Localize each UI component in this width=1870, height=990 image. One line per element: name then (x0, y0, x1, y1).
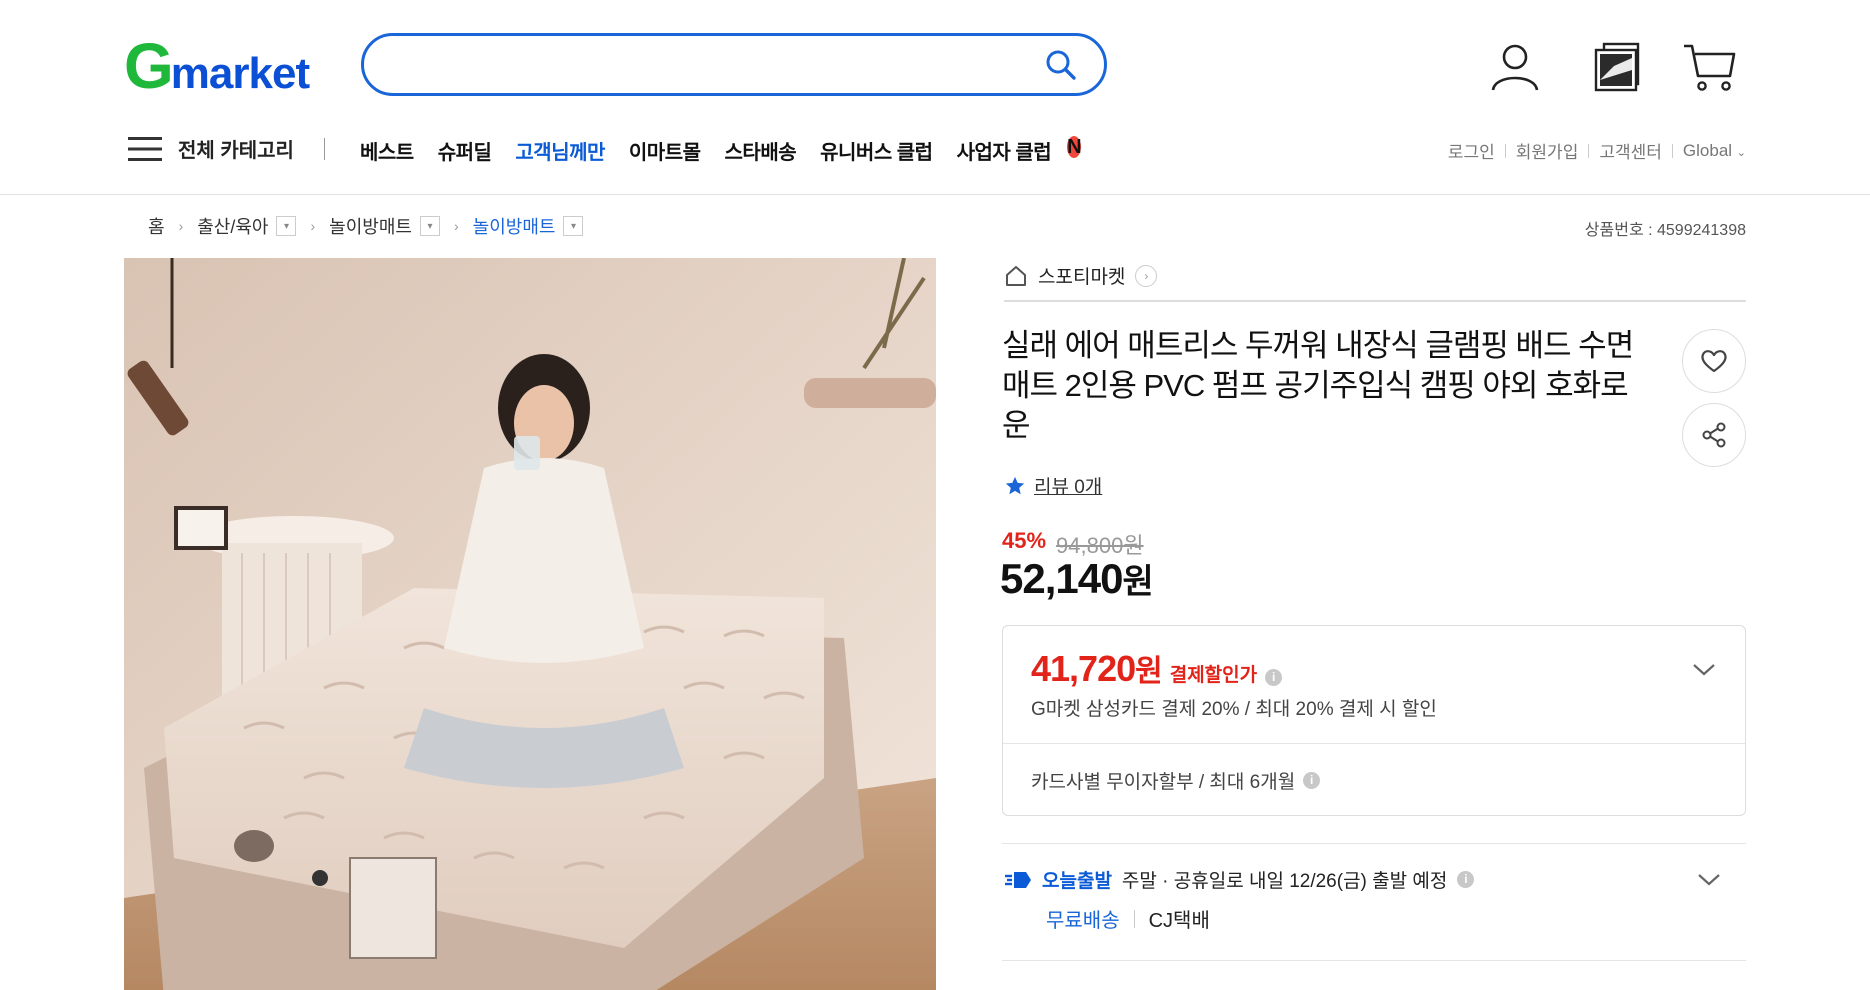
breadcrumb-item-current[interactable]: 놀이방매트 ▾ (473, 213, 584, 239)
nav-emart-mall[interactable]: 이마트몰 (629, 136, 701, 165)
free-shipping: 무료배송 (1046, 910, 1120, 932)
chevron-down-icon[interactable] (1691, 656, 1717, 682)
chevron-right-icon: › (453, 218, 459, 234)
nav-divider (324, 138, 325, 160)
main-nav: 전체 카테고리 베스트 슈퍼딜 고객님께만 이마트몰 스타배송 유니버스 클럽 … (0, 128, 1870, 168)
nav-for-you[interactable]: 고객님께만 (515, 136, 605, 165)
star-icon (1005, 476, 1025, 494)
shop-name: 스포티마켓 (1038, 267, 1126, 288)
wishlist-button[interactable] (1682, 329, 1746, 393)
customer-center-link[interactable]: 고객센터 (1599, 138, 1662, 163)
product-image[interactable] (124, 258, 936, 990)
nav-star-delivery[interactable]: 스타배송 (725, 136, 797, 165)
search-input[interactable] (390, 46, 1010, 84)
review-link[interactable]: 리뷰 0개 (1034, 472, 1102, 499)
hamburger-icon (128, 136, 162, 161)
info-icon[interactable]: i (1303, 772, 1321, 789)
breadcrumb-label: 놀이방매트 (472, 217, 556, 237)
section-divider (1002, 960, 1746, 961)
chevron-down-icon[interactable] (1696, 866, 1722, 892)
sale-price-number: 52,140 (1000, 555, 1123, 602)
chevron-down-icon: ⌄ (1736, 146, 1746, 159)
nav-universe-club[interactable]: 유니버스 클럽 (820, 136, 933, 165)
today-shipping-label: 오늘출발 (1042, 871, 1112, 892)
chevron-down-icon[interactable]: ▾ (276, 216, 297, 236)
installment-info: 카드사별 무이자할부 / 최대 6개월 i (1031, 767, 1321, 794)
fast-delivery-icon (1005, 871, 1031, 888)
section-divider (1002, 843, 1746, 844)
sale-price-unit: 원 (1122, 563, 1153, 601)
breadcrumb-home[interactable]: 홈 (148, 213, 165, 239)
new-badge: N (1067, 136, 1082, 158)
nav-links: 베스트 슈퍼딜 고객님께만 이마트몰 스타배송 유니버스 클럽 사업자 클럽 N (360, 136, 1082, 165)
shipping-divider (1133, 909, 1135, 928)
breadcrumb: 홈 › 출산/육아 ▾ › 놀이방매트 ▾ › 놀이방매트 ▾ (148, 213, 584, 239)
store-icon (1006, 265, 1026, 286)
chevron-down-icon[interactable]: ▾ (563, 216, 584, 236)
info-icon[interactable]: i (1457, 871, 1475, 888)
nav-superdeal[interactable]: 슈퍼딜 (438, 136, 492, 165)
signup-link[interactable]: 회원가입 (1516, 138, 1579, 163)
header-divider (0, 194, 1870, 195)
benefit-price-row: 41,720원 결제할인가 i (1031, 646, 1283, 690)
product-id: 상품번호 : 4599241398 (1584, 222, 1746, 239)
search-bar (361, 33, 1107, 96)
carrier-name: CJ택배 (1148, 910, 1210, 932)
all-categories-button[interactable]: 전체 카테고리 (128, 134, 294, 163)
chevron-right-icon: › (178, 218, 184, 234)
box-divider (1003, 743, 1745, 744)
util-links: 로그인 회원가입 고객센터 Global ⌄ (1448, 138, 1746, 163)
benefit-price-label: 결제할인가 (1169, 665, 1258, 686)
benefit-desc: G마켓 삼성카드 결제 20% / 최대 20% 결제 시 할인 (1031, 699, 1437, 720)
search-icon[interactable] (1044, 48, 1078, 82)
chevron-down-icon[interactable]: ▾ (419, 216, 440, 236)
user-icon[interactable] (1488, 40, 1542, 94)
util-divider (1504, 143, 1506, 158)
logo-g: G (124, 30, 174, 102)
nav-business-club-label: 사업자 클럽 (956, 142, 1052, 164)
global-link[interactable]: Global ⌄ (1683, 141, 1746, 161)
shop-link[interactable]: 스포티마켓 › (1004, 262, 1158, 289)
benefit-price-unit: 원 (1135, 655, 1163, 688)
cart-icon[interactable] (1682, 40, 1736, 94)
shipping-method: 무료배송 CJ택배 (1046, 904, 1210, 933)
util-divider (1671, 143, 1673, 158)
review-summary: 리뷰 0개 (1004, 472, 1102, 499)
login-link[interactable]: 로그인 (1448, 138, 1495, 163)
benefit-price-number: 41,720 (1031, 648, 1136, 689)
gmarket-logo[interactable]: G market (124, 30, 310, 102)
installment-label: 카드사별 무이자할부 / 최대 6개월 (1031, 772, 1296, 793)
shipping-row: 오늘출발 주말 · 공휴일로 내일 12/26(금) 출발 예정 i (1004, 866, 1475, 893)
breadcrumb-label: 출산/육아 (197, 217, 269, 237)
logo-text: market (170, 49, 310, 98)
breadcrumb-item[interactable]: 출산/육아 ▾ (197, 213, 297, 239)
util-divider (1588, 143, 1590, 158)
recent-items-icon[interactable] (1590, 40, 1644, 94)
chevron-right-icon: › (1135, 264, 1158, 287)
share-button[interactable] (1682, 403, 1746, 467)
nav-best[interactable]: 베스트 (360, 136, 414, 165)
breadcrumb-label: 놀이방매트 (329, 217, 412, 237)
breadcrumb-item[interactable]: 놀이방매트 ▾ (329, 213, 440, 239)
info-icon[interactable]: i (1265, 669, 1283, 686)
nav-business-club[interactable]: 사업자 클럽 N (956, 136, 1082, 165)
global-label: Global (1682, 140, 1733, 160)
card-benefit-box: 41,720원 결제할인가 i G마켓 삼성카드 결제 20% / 최대 20%… (1002, 625, 1746, 816)
benefit-price: 41,720원 (1031, 646, 1163, 690)
heart-icon (1701, 350, 1727, 373)
shipping-schedule: 주말 · 공휴일로 내일 12/26(금) 출발 예정 (1121, 871, 1448, 892)
shop-divider (1004, 300, 1746, 302)
chevron-right-icon: › (310, 218, 316, 234)
product-title: 실래 에어 매트리스 두꺼워 내장식 글램핑 배드 수면 매트 2인용 PVC … (1002, 328, 1634, 443)
product-photo (124, 258, 936, 990)
all-categories-label: 전체 카테고리 (178, 140, 294, 162)
share-icon (1702, 422, 1726, 448)
sale-price: 52,140원 (1000, 554, 1154, 603)
